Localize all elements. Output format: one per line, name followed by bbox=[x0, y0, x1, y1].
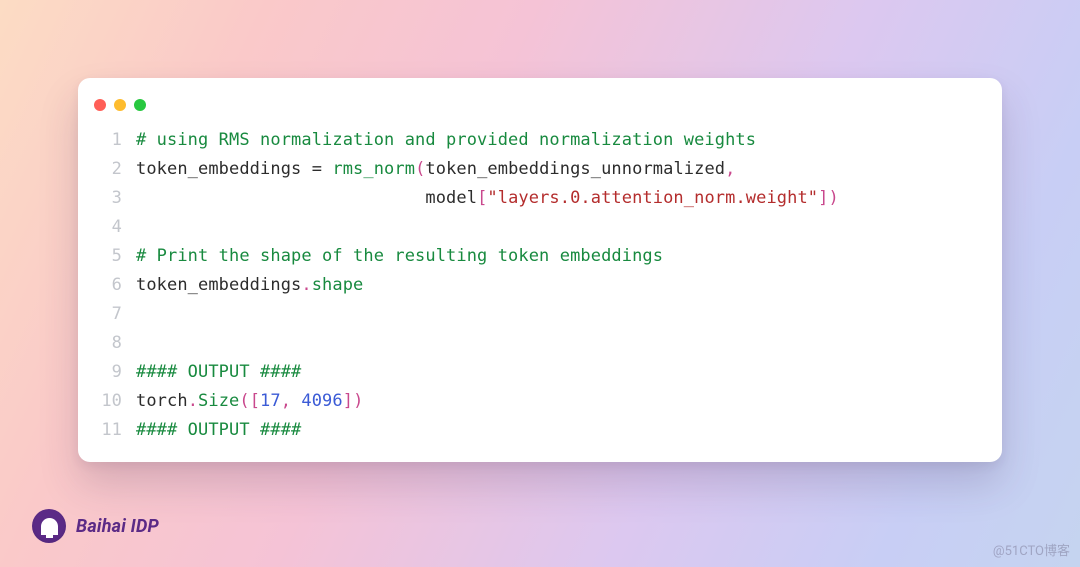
code-content: # using RMS normalization and provided n… bbox=[136, 126, 984, 155]
line-number: 2 bbox=[90, 155, 122, 184]
code-line: 8 bbox=[90, 329, 984, 358]
code-token: . bbox=[188, 391, 198, 411]
code-token: # using RMS normalization and provided n… bbox=[136, 130, 756, 150]
maximize-icon[interactable] bbox=[134, 99, 146, 111]
brand-logo-icon bbox=[32, 509, 66, 543]
code-token: token_embeddings bbox=[136, 159, 312, 179]
code-line: 1 # using RMS normalization and provided … bbox=[90, 126, 984, 155]
code-content: # Print the shape of the resulting token… bbox=[136, 242, 984, 271]
code-token: #### OUTPUT #### bbox=[136, 362, 301, 382]
code-token: # Print the shape of the resulting token… bbox=[136, 246, 663, 266]
attribution-text: @51CTO博客 bbox=[993, 540, 1070, 559]
code-token: rms_norm bbox=[332, 159, 415, 179]
code-token: token_embeddings bbox=[136, 275, 301, 295]
code-line: 3 model["layers.0.attention_norm.weight"… bbox=[90, 184, 984, 213]
line-number: 4 bbox=[90, 213, 122, 242]
code-content: token_embeddings = rms_norm(token_embedd… bbox=[136, 155, 984, 184]
code-token: , bbox=[281, 391, 302, 411]
code-area: 1 # using RMS normalization and provided … bbox=[78, 118, 1002, 461]
code-line: 2 token_embeddings = rms_norm(token_embed… bbox=[90, 155, 984, 184]
window-titlebar bbox=[78, 78, 1002, 118]
code-token: model bbox=[136, 188, 477, 208]
line-number: 5 bbox=[90, 242, 122, 271]
line-number: 1 bbox=[90, 126, 122, 155]
line-number: 6 bbox=[90, 271, 122, 300]
line-number: 7 bbox=[90, 300, 122, 329]
code-token: 4096 bbox=[301, 391, 342, 411]
code-content: model["layers.0.attention_norm.weight"]) bbox=[136, 184, 984, 213]
code-line: 7 bbox=[90, 300, 984, 329]
code-token: 17 bbox=[260, 391, 281, 411]
code-content bbox=[136, 213, 984, 242]
minimize-icon[interactable] bbox=[114, 99, 126, 111]
code-token: ]) bbox=[343, 391, 364, 411]
code-token: [ bbox=[477, 188, 487, 208]
code-content bbox=[136, 300, 984, 329]
code-line: 6 token_embeddings.shape bbox=[90, 271, 984, 300]
code-token: . bbox=[301, 275, 311, 295]
code-line: 4 bbox=[90, 213, 984, 242]
code-content: #### OUTPUT #### bbox=[136, 416, 984, 445]
code-token: token_embeddings_unnormalized bbox=[425, 159, 725, 179]
code-line: 9 #### OUTPUT #### bbox=[90, 358, 984, 387]
code-token: #### OUTPUT #### bbox=[136, 420, 301, 440]
close-icon[interactable] bbox=[94, 99, 106, 111]
code-line: 10 torch.Size([17, 4096]) bbox=[90, 387, 984, 416]
code-window: 1 # using RMS normalization and provided … bbox=[78, 78, 1002, 462]
code-content: torch.Size([17, 4096]) bbox=[136, 387, 984, 416]
line-number: 8 bbox=[90, 329, 122, 358]
code-token: = bbox=[312, 159, 333, 179]
code-token: ([ bbox=[239, 391, 260, 411]
code-content bbox=[136, 329, 984, 358]
code-line: 5 # Print the shape of the resulting toke… bbox=[90, 242, 984, 271]
code-content: #### OUTPUT #### bbox=[136, 358, 984, 387]
line-number: 9 bbox=[90, 358, 122, 387]
code-token: , bbox=[725, 159, 735, 179]
line-number: 11 bbox=[90, 416, 122, 445]
code-token: ( bbox=[415, 159, 425, 179]
code-token: shape bbox=[312, 275, 364, 295]
code-token: Size bbox=[198, 391, 239, 411]
code-token: torch bbox=[136, 391, 188, 411]
line-number: 10 bbox=[90, 387, 122, 416]
code-content: token_embeddings.shape bbox=[136, 271, 984, 300]
brand-footer: Baihai IDP bbox=[32, 509, 159, 543]
line-number: 3 bbox=[90, 184, 122, 213]
code-token: ]) bbox=[818, 188, 839, 208]
code-line: 11 #### OUTPUT #### bbox=[90, 416, 984, 445]
brand-name: Baihai IDP bbox=[76, 516, 159, 537]
code-token: "layers.0.attention_norm.weight" bbox=[487, 188, 818, 208]
